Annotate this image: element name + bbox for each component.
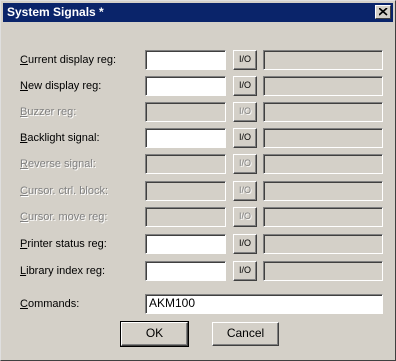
io-address-field [263, 128, 383, 148]
signal-label: Buzzer reg: [20, 106, 77, 118]
io-address-field [263, 181, 383, 201]
signal-label: Printer status reg: [20, 238, 107, 250]
title-bar[interactable]: System Signals * [3, 3, 393, 22]
signal-label: Library index reg: [20, 265, 105, 277]
io-button: I/O [233, 207, 257, 227]
signal-label: Current display reg: [20, 54, 116, 66]
io-address-field [263, 50, 383, 70]
signal-label: Reverse signal: [20, 158, 96, 170]
signal-label: New display reg: [20, 80, 102, 92]
io-button: I/O [233, 154, 257, 174]
io-button[interactable]: I/O [233, 76, 257, 96]
io-button[interactable]: I/O [233, 234, 257, 254]
dialog-title: System Signals * [7, 5, 104, 19]
io-address-field [263, 261, 383, 281]
signal-value-input[interactable] [145, 50, 226, 70]
signal-value-input[interactable] [145, 261, 226, 281]
signal-label: Backlight signal: [20, 132, 100, 144]
ok-button[interactable]: OK [120, 321, 189, 347]
system-signals-dialog: System Signals * Current display reg: I/O… [0, 0, 396, 361]
io-button[interactable]: I/O [233, 50, 257, 70]
cancel-button[interactable]: Cancel [212, 322, 279, 346]
signal-value-input [145, 102, 226, 122]
close-icon [379, 8, 388, 16]
io-address-field [263, 102, 383, 122]
commands-input[interactable]: AKM100 [145, 294, 383, 314]
signal-value-input[interactable] [145, 76, 226, 96]
signal-label: Cursor. ctrl. block: [20, 185, 109, 197]
io-address-field [263, 207, 383, 227]
signal-value-input[interactable] [145, 234, 226, 254]
signal-value-input [145, 181, 226, 201]
io-address-field [263, 154, 383, 174]
commands-label: Commands: [20, 298, 80, 310]
io-button: I/O [233, 181, 257, 201]
io-button: I/O [233, 102, 257, 122]
io-address-field [263, 234, 383, 254]
signal-value-input [145, 207, 226, 227]
io-button[interactable]: I/O [233, 128, 257, 148]
io-button[interactable]: I/O [233, 261, 257, 281]
signal-label: Cursor. move reg: [20, 211, 108, 223]
signal-value-input[interactable] [145, 128, 226, 148]
io-address-field [263, 76, 383, 96]
close-button[interactable] [375, 5, 391, 19]
signal-value-input [145, 154, 226, 174]
